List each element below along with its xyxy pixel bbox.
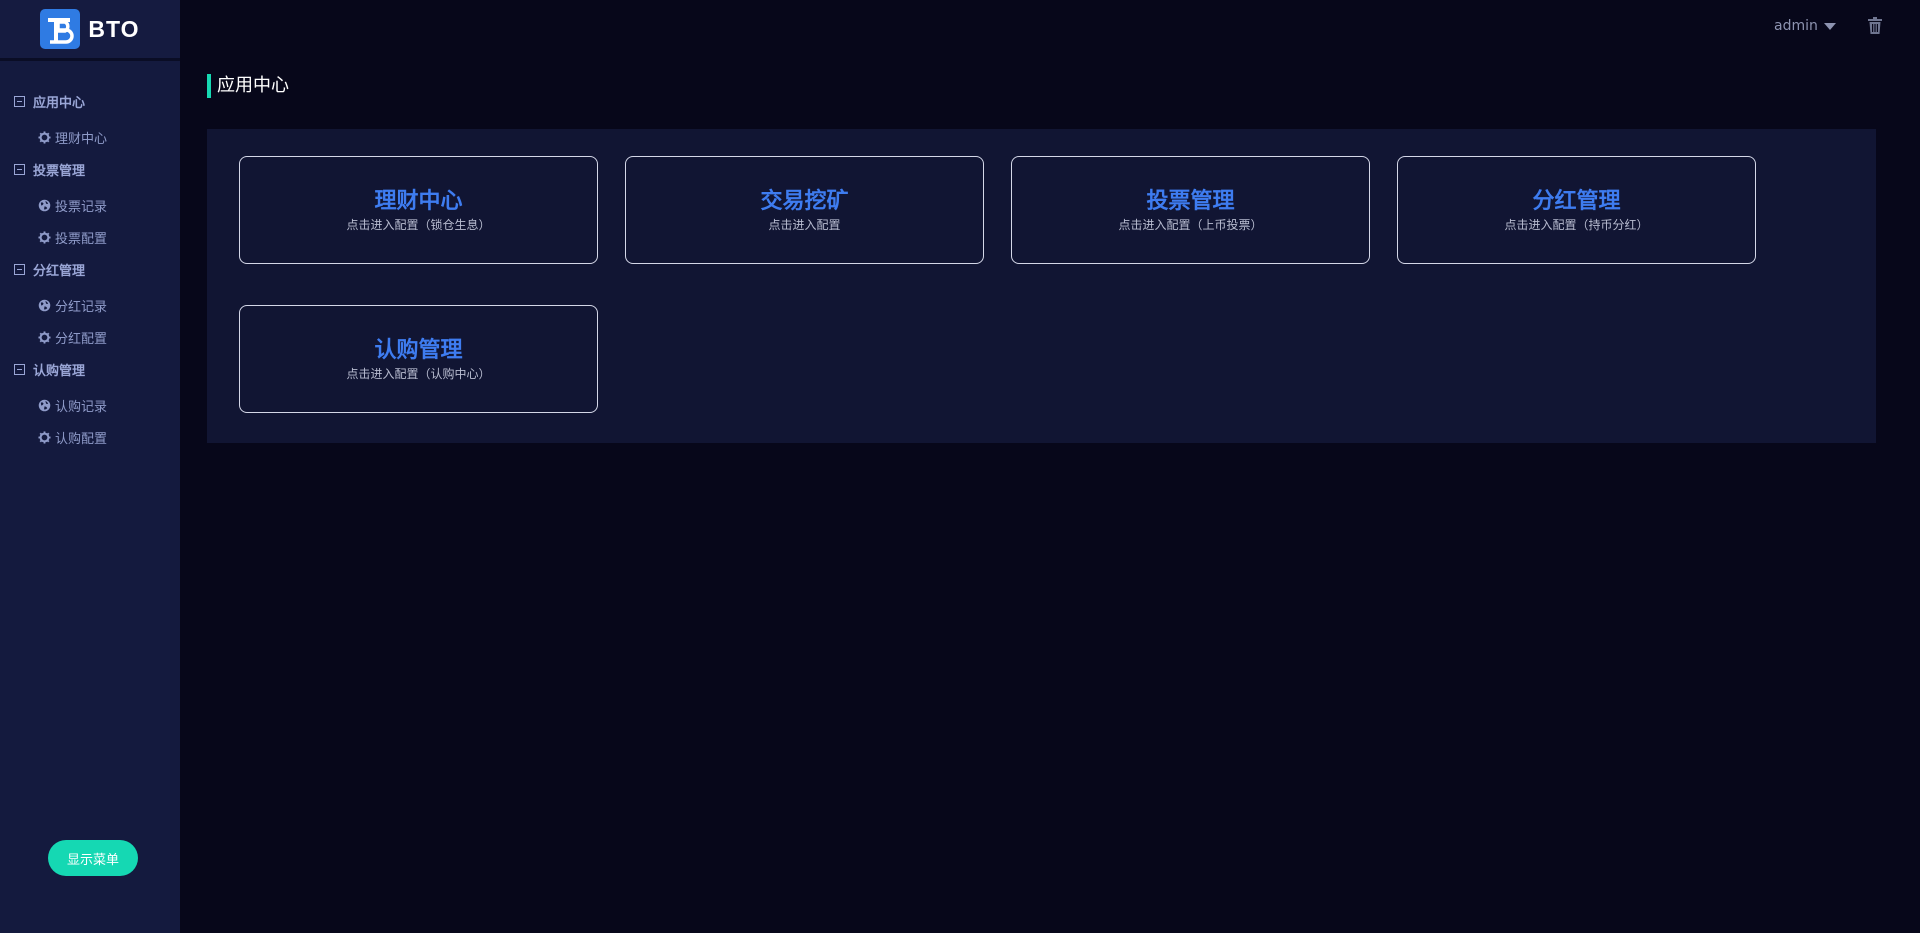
- app-card-dividend-management[interactable]: 分红管理 点击进入配置（持币分红）: [1397, 156, 1756, 264]
- logo-icon: [40, 9, 81, 49]
- sidebar-item-subscription-config[interactable]: 认购配置: [37, 427, 180, 447]
- card-title: 认购管理: [374, 337, 463, 363]
- user-menu[interactable]: admin: [1774, 18, 1836, 34]
- sidebar-menu: 应用中心 理财中心 投票管理 投票记录 投票配置 分红管理 分红记录 分红配置 …: [0, 61, 180, 447]
- sidebar-item-label: 理财中心: [55, 131, 108, 147]
- gear-icon: [37, 330, 51, 344]
- sidebar-item-dividend-records[interactable]: 分红记录: [37, 295, 180, 315]
- sidebar-item-label: 投票记录: [55, 199, 108, 215]
- sidebar-item-label: 分红配置: [55, 331, 108, 347]
- card-description: 点击进入配置: [768, 217, 841, 232]
- card-title: 交易挖矿: [760, 188, 849, 214]
- card-title: 理财中心: [374, 188, 463, 214]
- logo[interactable]: BTO: [0, 0, 180, 61]
- sidebar-item-vote-records[interactable]: 投票记录: [37, 195, 180, 215]
- menu-group-header[interactable]: 投票管理: [14, 159, 180, 179]
- menu-group-label: 认购管理: [33, 363, 86, 379]
- sidebar-item-vote-config[interactable]: 投票配置: [37, 227, 180, 247]
- menu-group-label: 应用中心: [33, 95, 86, 111]
- card-description: 点击进入配置（上币投票）: [1118, 217, 1263, 232]
- page-title: 应用中心: [207, 74, 289, 98]
- card-description: 点击进入配置（认购中心）: [346, 366, 491, 381]
- menu-group-header[interactable]: 分红管理: [14, 259, 180, 279]
- menu-group-label: 投票管理: [33, 163, 86, 179]
- card-title: 投票管理: [1146, 188, 1235, 214]
- sidebar-item-subscription-records[interactable]: 认购记录: [37, 395, 180, 415]
- menu-group-label: 分红管理: [33, 263, 86, 279]
- trash-icon[interactable]: [1868, 17, 1882, 35]
- menu-group-header[interactable]: 应用中心: [14, 91, 180, 111]
- card-title: 分红管理: [1532, 188, 1621, 214]
- sidebar: BTO 应用中心 理财中心 投票管理 投票记录 投票配置 分红管理 分红记录 分…: [0, 0, 180, 933]
- sidebar-item-label: 投票配置: [55, 231, 108, 247]
- globe-icon: [37, 198, 51, 212]
- collapse-icon: [14, 163, 25, 175]
- logo-text: BTO: [88, 15, 140, 42]
- show-menu-button[interactable]: 显示菜单: [48, 840, 138, 876]
- sidebar-item-label: 认购记录: [55, 399, 108, 415]
- app-card-vote-management[interactable]: 投票管理 点击进入配置（上币投票）: [1011, 156, 1370, 264]
- username: admin: [1774, 18, 1818, 34]
- gear-icon: [37, 230, 51, 244]
- collapse-icon: [14, 363, 25, 375]
- sidebar-item-finance-center[interactable]: 理财中心: [37, 127, 180, 147]
- app-card-panel: 理财中心 点击进入配置（锁仓生息） 交易挖矿 点击进入配置 投票管理 点击进入配…: [207, 129, 1876, 443]
- menu-group-dividend: 分红管理 分红记录 分红配置: [0, 259, 180, 347]
- gear-icon: [37, 430, 51, 444]
- gear-icon: [37, 130, 51, 144]
- app-card-finance-center[interactable]: 理财中心 点击进入配置（锁仓生息）: [239, 156, 598, 264]
- globe-icon: [37, 298, 51, 312]
- menu-group-vote: 投票管理 投票记录 投票配置: [0, 159, 180, 247]
- globe-icon: [37, 398, 51, 412]
- sidebar-item-label: 认购配置: [55, 431, 108, 447]
- card-description: 点击进入配置（锁仓生息）: [346, 217, 491, 232]
- app-card-trade-mining[interactable]: 交易挖矿 点击进入配置: [625, 156, 984, 264]
- sidebar-item-label: 分红记录: [55, 299, 108, 315]
- card-description: 点击进入配置（持币分红）: [1504, 217, 1649, 232]
- caret-down-icon: [1823, 22, 1836, 30]
- collapse-icon: [14, 95, 25, 107]
- sidebar-item-dividend-config[interactable]: 分红配置: [37, 327, 180, 347]
- app-card-subscription-management[interactable]: 认购管理 点击进入配置（认购中心）: [239, 305, 598, 413]
- collapse-icon: [14, 263, 25, 275]
- menu-group-app-center: 应用中心 理财中心: [0, 91, 180, 147]
- menu-group-header[interactable]: 认购管理: [14, 359, 180, 379]
- menu-group-subscription: 认购管理 认购记录 认购配置: [0, 359, 180, 447]
